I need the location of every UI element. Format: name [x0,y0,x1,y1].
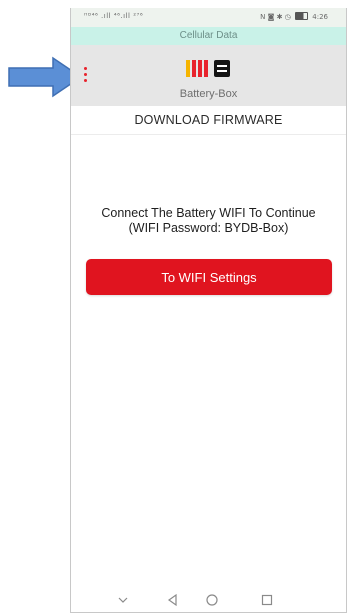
to-wifi-settings-button[interactable]: To WIFI Settings [86,259,332,295]
wifi-password-line: (WIFI Password: BYDB-Box) [128,221,289,235]
status-time: 4:26 [312,13,328,21]
battery-icon [295,12,309,20]
logo-bar-yellow [186,60,190,77]
chevron-down-icon[interactable] [113,590,133,610]
logo-bar-red-2 [198,60,202,77]
status-bar: ᴴᴰ⁴⁶ .ıll ⁴⁶.ıll ²⁷⁶ N ◙ ✱ ◷ 4:26 [71,8,346,27]
signal-indicators: ᴴᴰ⁴⁶ .ıll ⁴⁶.ıll ²⁷⁶ [84,12,144,20]
cellular-data-banner: Cellular Data [71,27,346,45]
home-icon[interactable] [202,590,222,610]
status-icons-text: N ◙ ✱ ◷ [260,13,291,21]
heading-divider [71,134,346,135]
logo-bar-red-3 [204,60,208,77]
system-nav-bar [71,588,346,612]
recents-icon[interactable] [257,590,277,610]
phone-screen: ᴴᴰ⁴⁶ .ıll ⁴⁶.ıll ²⁷⁶ N ◙ ✱ ◷ 4:26 Cellul… [70,8,347,613]
instruction-line: Connect The Battery WIFI To Continue [101,206,316,220]
logo-battery-box [214,60,230,77]
status-icons: N ◙ ✱ ◷ 4:26 [260,12,328,21]
logo-bar-red-1 [192,60,196,77]
page-title: DOWNLOAD FIRMWARE [134,113,283,127]
overflow-menu-icon[interactable] [80,67,90,85]
connect-instructions: Connect The Battery WIFI To Continue (WI… [71,206,346,236]
screenshot-page: ᴴᴰ⁴⁶ .ıll ⁴⁶.ıll ²⁷⁶ N ◙ ✱ ◷ 4:26 Cellul… [0,0,347,613]
app-header: Battery-Box [71,45,346,106]
app-name: Battery-Box [179,88,238,100]
battery-box-logo [182,60,237,80]
back-icon[interactable] [163,590,183,610]
